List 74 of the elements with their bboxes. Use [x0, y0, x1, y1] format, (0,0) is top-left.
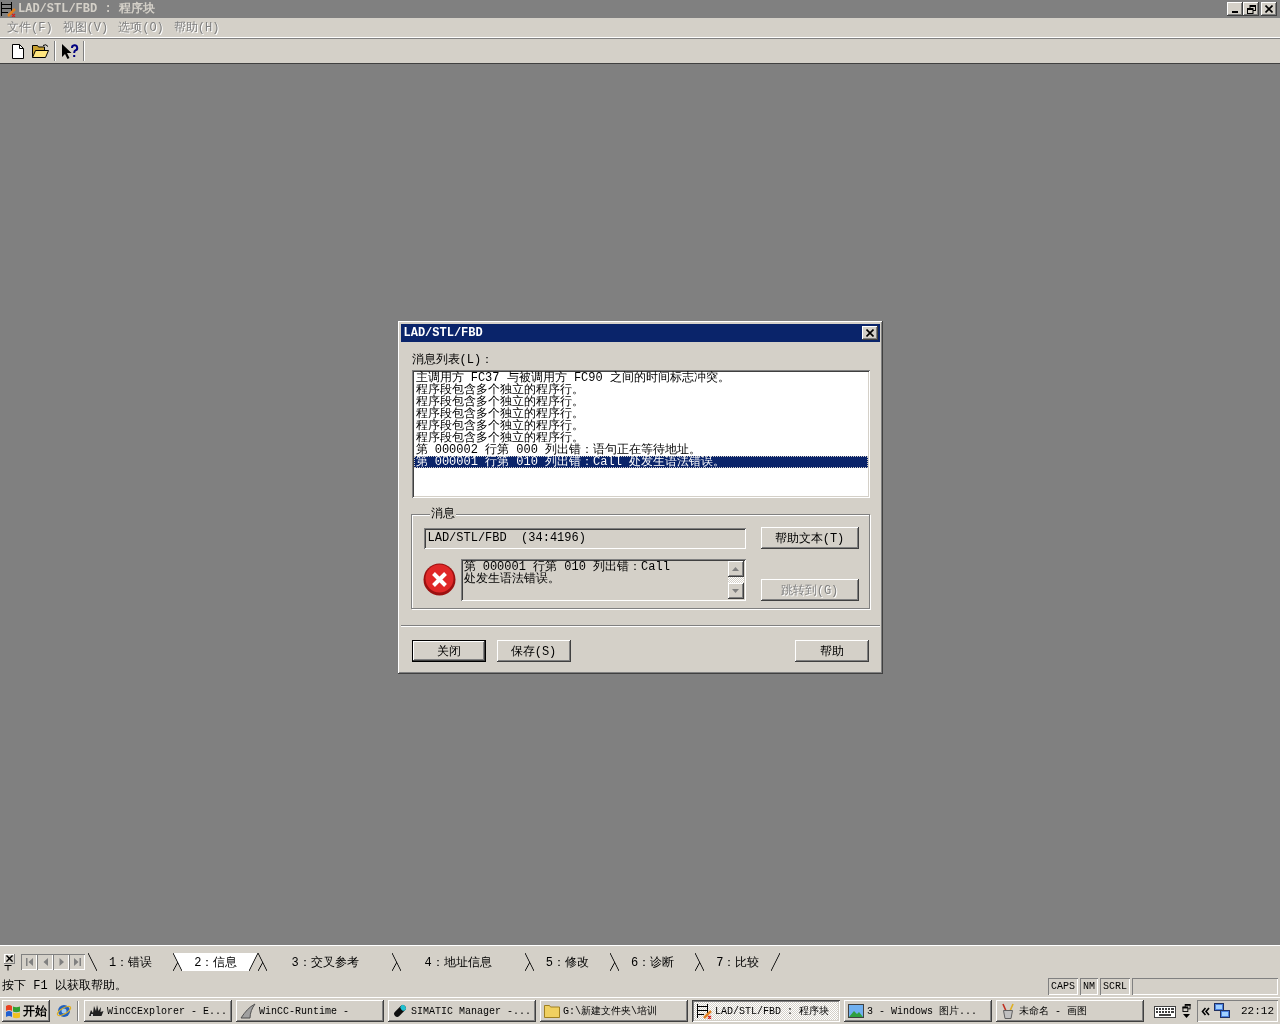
close-icon	[6, 955, 13, 962]
folder-icon	[544, 1004, 560, 1018]
dialog-title: LAD/STL/FBD	[403, 326, 483, 340]
start-button[interactable]: 开始	[2, 1000, 50, 1022]
wing-icon	[240, 1003, 256, 1019]
status-indicator: SCRL	[1100, 977, 1130, 995]
help-button[interactable]: 帮助	[794, 640, 869, 662]
list-item[interactable]: 主调用方 FC37 与被调用方 FC90 之间的时间标志冲突。	[413, 372, 868, 384]
list-item[interactable]: 程序段包含多个独立的程序行。	[413, 396, 868, 408]
window-title: LAD/STL/FBD : 程序块	[18, 1, 155, 17]
first-icon	[25, 958, 33, 966]
task-button[interactable]: SIMATIC Manager -...	[388, 1000, 536, 1022]
close-button[interactable]	[861, 326, 878, 340]
clock: 22:12	[1241, 1005, 1274, 1017]
brush-cup-icon	[1000, 1003, 1016, 1019]
pin-icon	[4, 964, 12, 971]
last-icon	[73, 958, 81, 966]
double-chevron-icon[interactable]	[1200, 1006, 1210, 1016]
caret-icon[interactable]	[1182, 1014, 1190, 1018]
scroll-up-button[interactable]	[727, 561, 744, 577]
task-button[interactable]: LAD/STL/FBD : 程序块	[692, 1000, 840, 1022]
tab[interactable]: 2：信息	[173, 953, 259, 971]
restore-button[interactable]	[1243, 2, 1259, 16]
status-indicator: CAPS	[1047, 977, 1078, 995]
close-button[interactable]	[1261, 2, 1277, 16]
previous-tab-button[interactable]	[37, 954, 53, 970]
minimize-button[interactable]	[1227, 2, 1243, 16]
message-text-box[interactable]: 第 000001 行第 010 列出错：Call 处发生语法错误。	[460, 559, 746, 601]
status-indicator: NM	[1079, 977, 1098, 995]
list-item[interactable]: 程序段包含多个独立的程序行。	[413, 420, 868, 432]
network-icon[interactable]	[1213, 1003, 1230, 1019]
list-label: 消息列表(L)：	[411, 354, 495, 366]
previous-icon	[41, 958, 49, 966]
restore-icon	[1181, 1004, 1191, 1012]
first-tab-button[interactable]	[21, 954, 37, 970]
document-icon	[11, 43, 24, 59]
flag-icon	[5, 1003, 21, 1019]
restore-icon	[1246, 4, 1256, 14]
task-button[interactable]: 3 - Windows 图片...	[844, 1000, 992, 1022]
close-icon	[1265, 5, 1273, 13]
down-arrow-icon	[732, 589, 739, 593]
close-icon	[865, 329, 874, 337]
ladder-diagram-icon	[696, 1003, 712, 1019]
help-text-button[interactable]: 帮助文本(T)	[760, 527, 859, 549]
tab[interactable]: 7：比较	[695, 953, 781, 971]
folder-icon	[32, 44, 49, 58]
next-tab-button[interactable]	[53, 954, 69, 970]
task-button[interactable]: WinCC-Runtime -	[236, 1000, 384, 1022]
scrollbar[interactable]	[727, 561, 744, 599]
help-pointer-icon	[60, 42, 79, 60]
message-text: 第 000001 行第 010 列出错：Call 处发生语法错误。	[462, 561, 671, 588]
dialog-button[interactable]: 保存(S)	[496, 640, 571, 662]
task-button[interactable]: WinCCExplorer - E...	[84, 1000, 232, 1022]
error-icon	[422, 563, 456, 596]
last-tab-button[interactable]	[69, 954, 85, 970]
list-item[interactable]: 程序段包含多个独立的程序行。	[413, 384, 868, 396]
task-button[interactable]: G:\新建文件夹\培训	[540, 1000, 688, 1022]
close-panel-button[interactable]	[4, 953, 15, 964]
picture-icon	[848, 1004, 864, 1018]
group-label: 消息	[429, 508, 456, 520]
source-field[interactable]: LAD/STL/FBD (34:4196)	[423, 527, 746, 549]
capsule-icon	[392, 1003, 408, 1019]
list-item[interactable]: 程序段包含多个独立的程序行。	[413, 432, 868, 444]
status-text: 按下 F1 以获取帮助。	[2, 978, 128, 994]
scroll-down-button[interactable]	[727, 583, 744, 599]
orbit-icon[interactable]	[56, 1003, 72, 1019]
keyboard-icon[interactable]	[1154, 1004, 1176, 1018]
task-button[interactable]: 未命名 - 画图	[996, 1000, 1144, 1022]
up-arrow-icon	[732, 567, 739, 571]
list-item[interactable]: 第 000002 行第 000 列出错：语句正在等待地址。	[413, 444, 868, 456]
dialog-button[interactable]: 关闭	[411, 640, 486, 662]
ladder-diagram-icon	[0, 1, 16, 17]
list-item[interactable]: 程序段包含多个独立的程序行。	[413, 408, 868, 420]
next-icon	[57, 958, 65, 966]
